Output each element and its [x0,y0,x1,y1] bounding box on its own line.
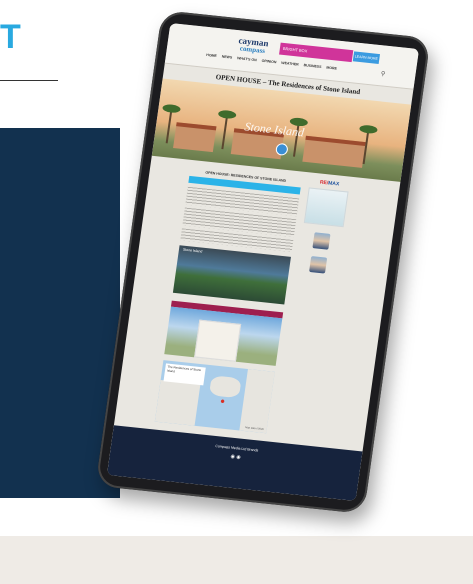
building [173,122,217,153]
palm-tree [221,115,229,150]
logo-line2: compass [239,44,266,56]
tablet-scene: cayman compass BRIGHT BOX LEARN MORE HOM… [0,0,473,584]
agent-avatar [309,256,328,274]
agent-avatar [312,232,331,250]
content-area: OPEN HOUSE: RESIDENCES OF STONE ISLAND S… [115,156,400,444]
sidebar-ad[interactable] [303,187,349,228]
promo-banner[interactable]: BRIGHT BOX [279,42,354,63]
video-title: Stone Island [182,247,203,254]
palm-tree [165,109,173,144]
agent-contact[interactable] [300,249,340,253]
map-land [239,369,275,434]
agent-name [297,273,337,277]
nav-whats-on[interactable]: WHAT'S ON [237,56,257,62]
nav-business[interactable]: BUSINESS [303,63,321,69]
promo-button[interactable]: LEARN MORE [352,51,381,65]
brand-blue: MAX [327,180,340,188]
tower-building [194,319,242,362]
agent-contact[interactable] [297,273,337,277]
main-column: OPEN HOUSE: RESIDENCES OF STONE ISLAND S… [154,169,302,434]
search-icon[interactable]: ⚲ [380,70,385,77]
tablet-screen: cayman compass BRIGHT BOX LEARN MORE HOM… [106,23,420,501]
hero-seal-icon [275,142,289,156]
site-logo[interactable]: cayman compass [237,35,269,56]
nav-weather[interactable]: WEATHER [281,61,299,67]
map-land [154,379,201,426]
brand-logo[interactable]: RE/MAX [309,178,350,188]
tower-image[interactable] [164,306,283,366]
nav-opinion[interactable]: OPINION [261,59,276,65]
video-thumbnail[interactable]: Stone Island [172,245,291,305]
map-land [208,375,242,399]
tablet-device: cayman compass BRIGHT BOX LEARN MORE HOM… [95,10,431,514]
nav-news[interactable]: NEWS [221,55,232,60]
agent-name [300,249,340,253]
location-map[interactable]: The Residences of Stone Island ● Map dat… [154,360,275,434]
sidebar: RE/MAX [297,178,350,276]
nav-home[interactable]: HOME [206,53,217,58]
building [302,135,366,168]
nav-more[interactable]: MORE [326,66,337,71]
map-pin-icon[interactable]: ● [220,396,226,405]
